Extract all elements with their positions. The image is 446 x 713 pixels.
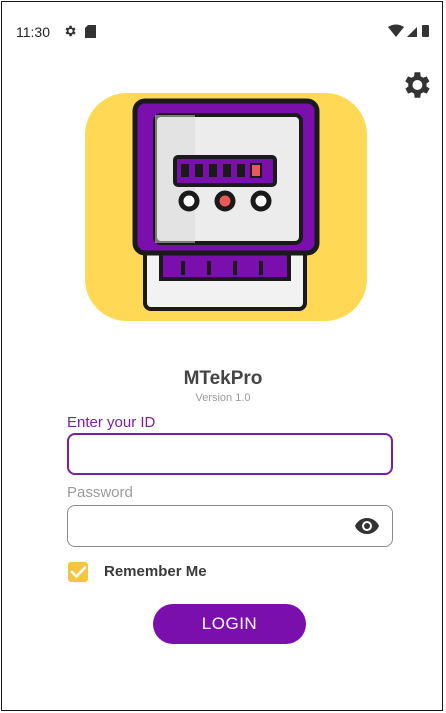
signal-icon [407, 27, 417, 37]
app-logo [85, 93, 367, 321]
gear-icon [65, 25, 76, 37]
id-input[interactable] [67, 433, 393, 475]
status-system-icons [388, 24, 429, 37]
checkbox-checked-icon [68, 562, 88, 582]
sd-card-icon [85, 25, 96, 38]
login-button[interactable]: LOGIN [153, 604, 306, 644]
app-name: MTekPro [183, 368, 263, 389]
password-field-label: Password [67, 484, 133, 501]
password-input[interactable] [67, 505, 393, 547]
electric-meter-icon [132, 98, 320, 311]
battery-icon [422, 25, 429, 37]
wifi-icon [388, 24, 404, 37]
remember-me-label: Remember Me [104, 563, 207, 580]
status-bar: 11:30 [0, 0, 446, 60]
id-field-label: Enter your ID [67, 414, 156, 431]
settings-button[interactable] [399, 68, 433, 102]
eye-icon[interactable] [354, 516, 380, 536]
app-version: Version 1.0 [195, 392, 251, 404]
status-time: 11:30 [16, 24, 50, 40]
